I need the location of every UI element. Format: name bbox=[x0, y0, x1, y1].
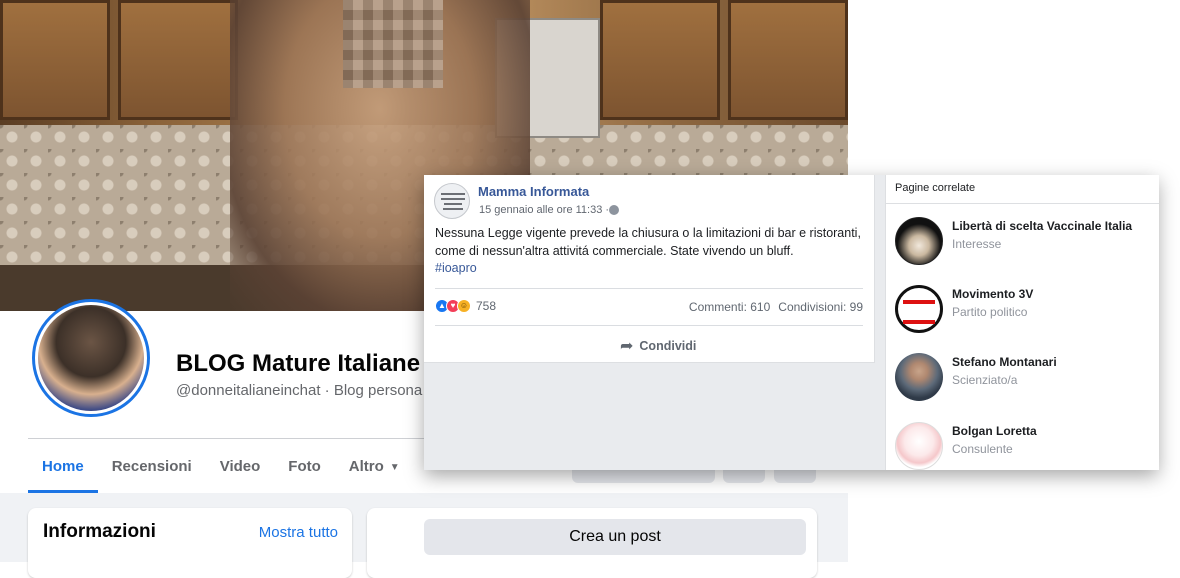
post-hashtag[interactable]: #ioapro bbox=[435, 261, 477, 275]
related-page-item[interactable]: Stefano Montanari Scienziato/a bbox=[895, 353, 1155, 403]
tab-label: Recensioni bbox=[111, 458, 192, 475]
kitchen-cabinet bbox=[728, 0, 848, 120]
show-all-link[interactable]: Mostra tutto bbox=[259, 524, 338, 541]
divider bbox=[435, 288, 863, 289]
page-tabs: Home Recensioni Video Foto Altro ▼ bbox=[28, 445, 414, 493]
related-page-avatar bbox=[895, 285, 943, 333]
tab-photos[interactable]: Foto bbox=[274, 445, 334, 493]
page-title: BLOG Mature Italiane bbox=[176, 350, 421, 377]
related-page-avatar bbox=[895, 353, 943, 401]
reactions-count: 758 bbox=[476, 299, 497, 313]
divider bbox=[886, 203, 1159, 204]
related-pages-panel: Pagine correlate Libertà di scelta Vacci… bbox=[885, 175, 1159, 470]
related-page-avatar bbox=[895, 422, 943, 470]
related-page-category: Consulente bbox=[952, 442, 1013, 456]
tab-label: Foto bbox=[288, 458, 321, 475]
post-text: Nessuna Legge vigente prevede la chiusur… bbox=[435, 225, 865, 278]
related-page-category: Interesse bbox=[952, 237, 1002, 251]
related-page-item[interactable]: Movimento 3V Partito politico bbox=[895, 285, 1155, 335]
profile-avatar[interactable] bbox=[32, 299, 150, 417]
shares-count[interactable]: Condivisioni: 99 bbox=[778, 300, 863, 314]
tab-more[interactable]: Altro ▼ bbox=[335, 445, 414, 493]
reactions-summary[interactable]: ▲ ♥ ☺ 758 bbox=[435, 299, 496, 313]
overlay-screenshot: Mamma Informata 15 gennaio alle ore 11:3… bbox=[424, 175, 1159, 470]
tab-label: Altro bbox=[348, 458, 384, 475]
related-page-category: Scienziato/a bbox=[952, 373, 1018, 387]
create-post-button[interactable]: Crea un post bbox=[424, 519, 806, 555]
tab-label: Video bbox=[219, 458, 261, 475]
tab-home[interactable]: Home bbox=[28, 445, 98, 493]
kitchen-cabinet bbox=[600, 0, 720, 120]
post-author[interactable]: Mamma Informata bbox=[478, 184, 589, 199]
globe-icon bbox=[609, 205, 619, 215]
related-page-name[interactable]: Stefano Montanari bbox=[952, 355, 1057, 369]
post-timestamp[interactable]: 15 gennaio alle ore 11:33 · bbox=[479, 204, 609, 216]
caret-down-icon: ▼ bbox=[389, 462, 400, 473]
composer-card: Crea un post bbox=[367, 508, 817, 578]
pixelated-face bbox=[343, 0, 443, 88]
post-body: Nessuna Legge vigente prevede la chiusur… bbox=[435, 226, 861, 258]
related-page-item[interactable]: Libertà di scelta Vaccinale Italia Inter… bbox=[895, 217, 1155, 267]
post-card: Mamma Informata 15 gennaio alle ore 11:3… bbox=[424, 175, 875, 363]
kitchen-cabinet bbox=[118, 0, 238, 120]
haha-icon: ☺ bbox=[457, 299, 471, 313]
share-label: Condividi bbox=[639, 339, 697, 353]
related-page-avatar bbox=[895, 217, 943, 265]
info-title: Informazioni bbox=[43, 521, 156, 542]
info-card: Informazioni Mostra tutto bbox=[28, 508, 352, 578]
related-page-name[interactable]: Movimento 3V bbox=[952, 287, 1033, 301]
page-handle: @donneitalianeinchat · Blog persona bbox=[176, 382, 423, 399]
related-page-name[interactable]: Libertà di scelta Vaccinale Italia bbox=[952, 219, 1132, 233]
related-page-category: Partito politico bbox=[952, 305, 1028, 319]
share-button[interactable]: ➦ Condividi bbox=[620, 336, 696, 356]
tab-reviews[interactable]: Recensioni bbox=[98, 445, 206, 493]
related-page-name[interactable]: Bolgan Loretta bbox=[952, 424, 1037, 438]
tab-label: Home bbox=[42, 458, 84, 475]
related-page-item[interactable]: Bolgan Loretta Consulente bbox=[895, 422, 1155, 472]
comments-count[interactable]: Commenti: 610 bbox=[689, 300, 770, 314]
share-icon: ➦ bbox=[620, 338, 634, 355]
divider bbox=[435, 325, 863, 326]
tab-video[interactable]: Video bbox=[206, 445, 275, 493]
related-pages-header: Pagine correlate bbox=[895, 182, 976, 194]
post-stats: Commenti: 610 Condivisioni: 99 bbox=[689, 300, 863, 314]
post-author-avatar[interactable] bbox=[434, 183, 470, 219]
kitchen-cabinet bbox=[0, 0, 110, 120]
